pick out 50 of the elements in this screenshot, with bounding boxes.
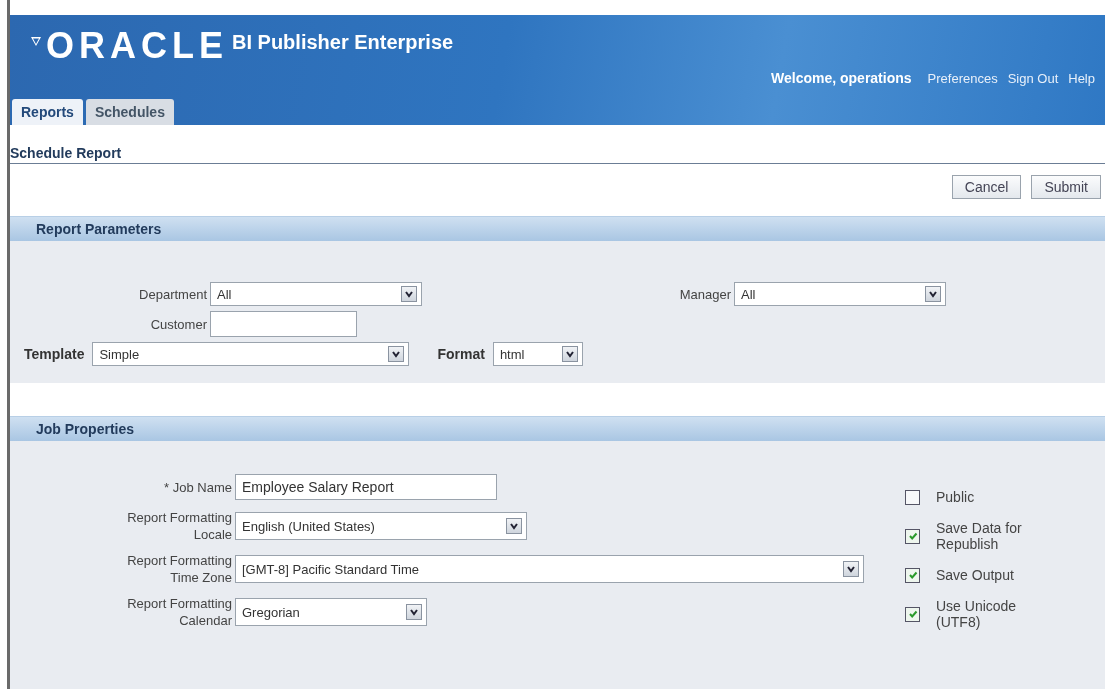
field-label: Report Formatting Time Zone xyxy=(126,552,233,586)
welcome-text: Welcome, operations xyxy=(771,70,912,86)
dropdown[interactable]: All xyxy=(734,282,946,306)
dropdown[interactable]: All xyxy=(210,282,422,306)
section-header: Report Parameters xyxy=(10,216,1105,241)
field-label: Format xyxy=(437,346,485,362)
option-label: Save Data for Republish xyxy=(936,520,1022,552)
action-button[interactable]: Cancel xyxy=(951,175,1022,199)
field-label: Report Formatting Calendar xyxy=(126,595,233,629)
option-label: Public xyxy=(936,489,975,505)
field-label: Manager xyxy=(678,286,732,302)
checkbox[interactable] xyxy=(905,528,920,544)
checkbox[interactable] xyxy=(905,606,920,622)
dropdown[interactable]: Simple xyxy=(92,342,410,366)
checkbox[interactable] xyxy=(905,489,920,505)
caret-icon xyxy=(843,561,859,577)
checkmark-icon xyxy=(907,570,918,580)
field-label: Department xyxy=(138,286,208,302)
caret-icon xyxy=(925,286,941,302)
tab[interactable]: Reports xyxy=(12,99,83,125)
dropdown[interactable]: English (United States) xyxy=(235,512,527,540)
option-label: Save Output xyxy=(936,567,1014,583)
dropdown[interactable]: [GMT-8] Pacific Standard Time xyxy=(235,555,864,583)
checkbox[interactable] xyxy=(905,567,920,583)
action-button[interactable]: Submit xyxy=(1031,175,1101,199)
page-title: Schedule Report xyxy=(10,145,122,163)
field-label: Template xyxy=(24,346,85,362)
checkmark-icon xyxy=(907,531,918,541)
checkmark-icon xyxy=(907,609,918,619)
header-link[interactable]: Preferences xyxy=(927,70,998,86)
input-field[interactable]: Employee Salary Report xyxy=(235,474,497,500)
header-link[interactable]: Sign Out xyxy=(1007,70,1059,86)
option-label: Use Unicode (UTF8) xyxy=(936,598,1017,630)
section-header: Job Properties xyxy=(10,416,1105,441)
dropdown[interactable]: html xyxy=(492,342,583,366)
field-label: * Job Name xyxy=(163,479,233,495)
caret-icon xyxy=(401,286,417,302)
field-label: Customer xyxy=(149,316,208,332)
dropdown[interactable]: Gregorian xyxy=(235,598,427,626)
caret-icon xyxy=(406,604,422,620)
header-link[interactable]: Help xyxy=(1068,70,1095,86)
triangle-icon xyxy=(30,35,42,47)
tab[interactable]: Schedules xyxy=(85,99,174,125)
product-name: BI Publisher Enterprise xyxy=(232,31,454,54)
field-label: Report Formatting Locale xyxy=(126,509,233,543)
input-field[interactable] xyxy=(210,311,357,337)
caret-icon xyxy=(561,346,578,362)
brand-logo: ORACLE xyxy=(46,29,228,63)
caret-icon xyxy=(388,346,405,362)
caret-icon xyxy=(506,518,522,534)
